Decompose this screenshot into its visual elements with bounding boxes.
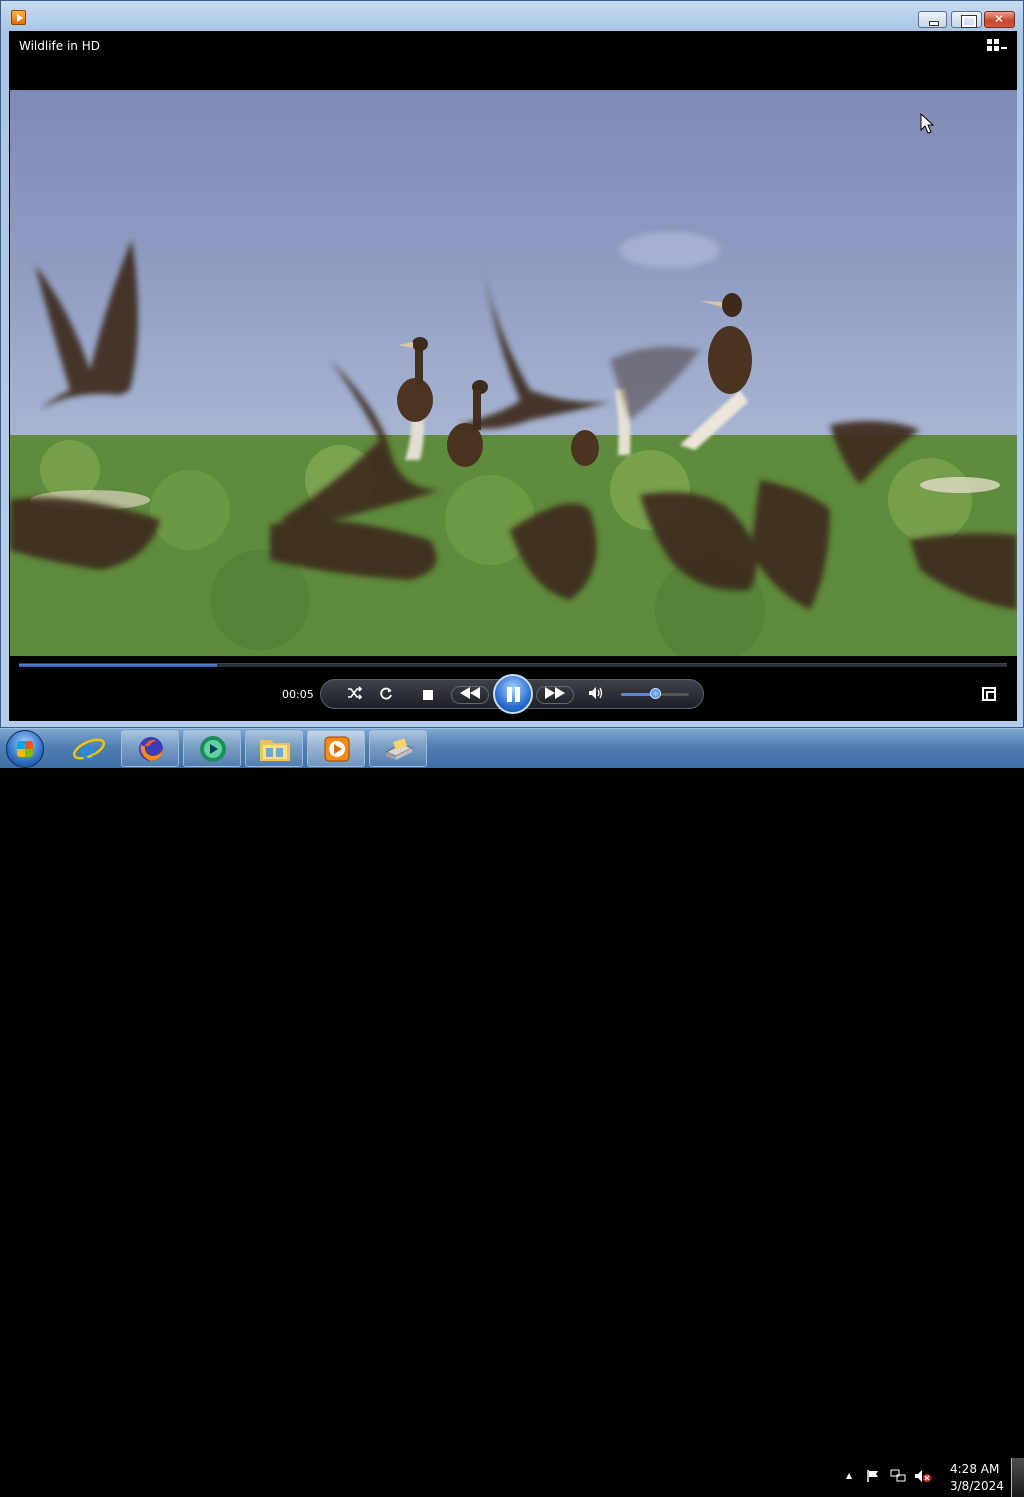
seek-progress-fill: [19, 664, 217, 667]
mouse-cursor-icon: [920, 113, 934, 134]
windows-media-player-icon: [324, 736, 350, 762]
internet-explorer-icon: e: [72, 736, 106, 766]
action-center-flag-icon[interactable]: [866, 1469, 882, 1485]
clock-date[interactable]: 3/8/2024: [950, 1479, 1004, 1493]
playback-controls: [320, 674, 704, 714]
volume-button[interactable]: [586, 686, 606, 704]
close-button[interactable]: [984, 11, 1015, 28]
media-player-window: Wildlife in HD: [0, 0, 1024, 728]
video-frame[interactable]: [10, 90, 1017, 656]
show-hidden-icons-icon[interactable]: ▲: [846, 1471, 852, 1480]
next-button[interactable]: [536, 686, 574, 704]
volume-muted-icon[interactable]: [914, 1469, 931, 1485]
seek-bar[interactable]: [19, 663, 1007, 667]
next-icon: [545, 687, 565, 699]
previous-icon: [460, 687, 480, 699]
title-bar[interactable]: [1, 1, 1023, 31]
video-scene: [10, 232, 1017, 656]
stop-button[interactable]: [418, 686, 438, 704]
volume-icon: [589, 687, 603, 699]
svg-text:e: e: [80, 736, 97, 766]
show-desktop-button[interactable]: [1011, 1458, 1024, 1497]
volume-slider-thumb[interactable]: [650, 688, 661, 699]
network-icon[interactable]: [890, 1469, 906, 1485]
taskbar-unknown-app[interactable]: [369, 730, 427, 767]
unknown-app-icon: [384, 738, 414, 760]
firefox-icon: [139, 737, 163, 761]
clock-time[interactable]: 4:28 AM: [950, 1462, 999, 1476]
repeat-button[interactable]: [376, 686, 396, 704]
shuffle-icon: [348, 686, 363, 700]
taskbar-internet-explorer[interactable]: e: [60, 730, 118, 767]
switch-to-library-icon[interactable]: [987, 39, 1007, 55]
media-player-icon[interactable]: [11, 10, 26, 25]
start-button[interactable]: [6, 730, 44, 768]
taskbar-windows-media-player[interactable]: [307, 730, 365, 767]
taskbar-media-center[interactable]: [183, 730, 241, 767]
pause-button[interactable]: [493, 674, 533, 714]
media-center-icon: [200, 736, 226, 762]
fullscreen-button[interactable]: [982, 687, 996, 701]
maximize-button[interactable]: [951, 11, 982, 28]
elapsed-time: 00:05: [282, 688, 314, 701]
minimize-button[interactable]: [918, 11, 947, 28]
shuffle-button[interactable]: [345, 686, 365, 704]
taskbar-firefox[interactable]: [121, 730, 179, 767]
video-title: Wildlife in HD: [19, 39, 100, 53]
repeat-icon: [380, 687, 392, 700]
taskbar: e ▲ 4:28 AM 3/8/2024: [0, 728, 1024, 1497]
now-playing-area: Wildlife in HD 00:05: [9, 31, 1017, 721]
file-explorer-icon: [260, 740, 290, 761]
taskbar-file-explorer[interactable]: [245, 730, 303, 767]
previous-button[interactable]: [451, 686, 489, 704]
